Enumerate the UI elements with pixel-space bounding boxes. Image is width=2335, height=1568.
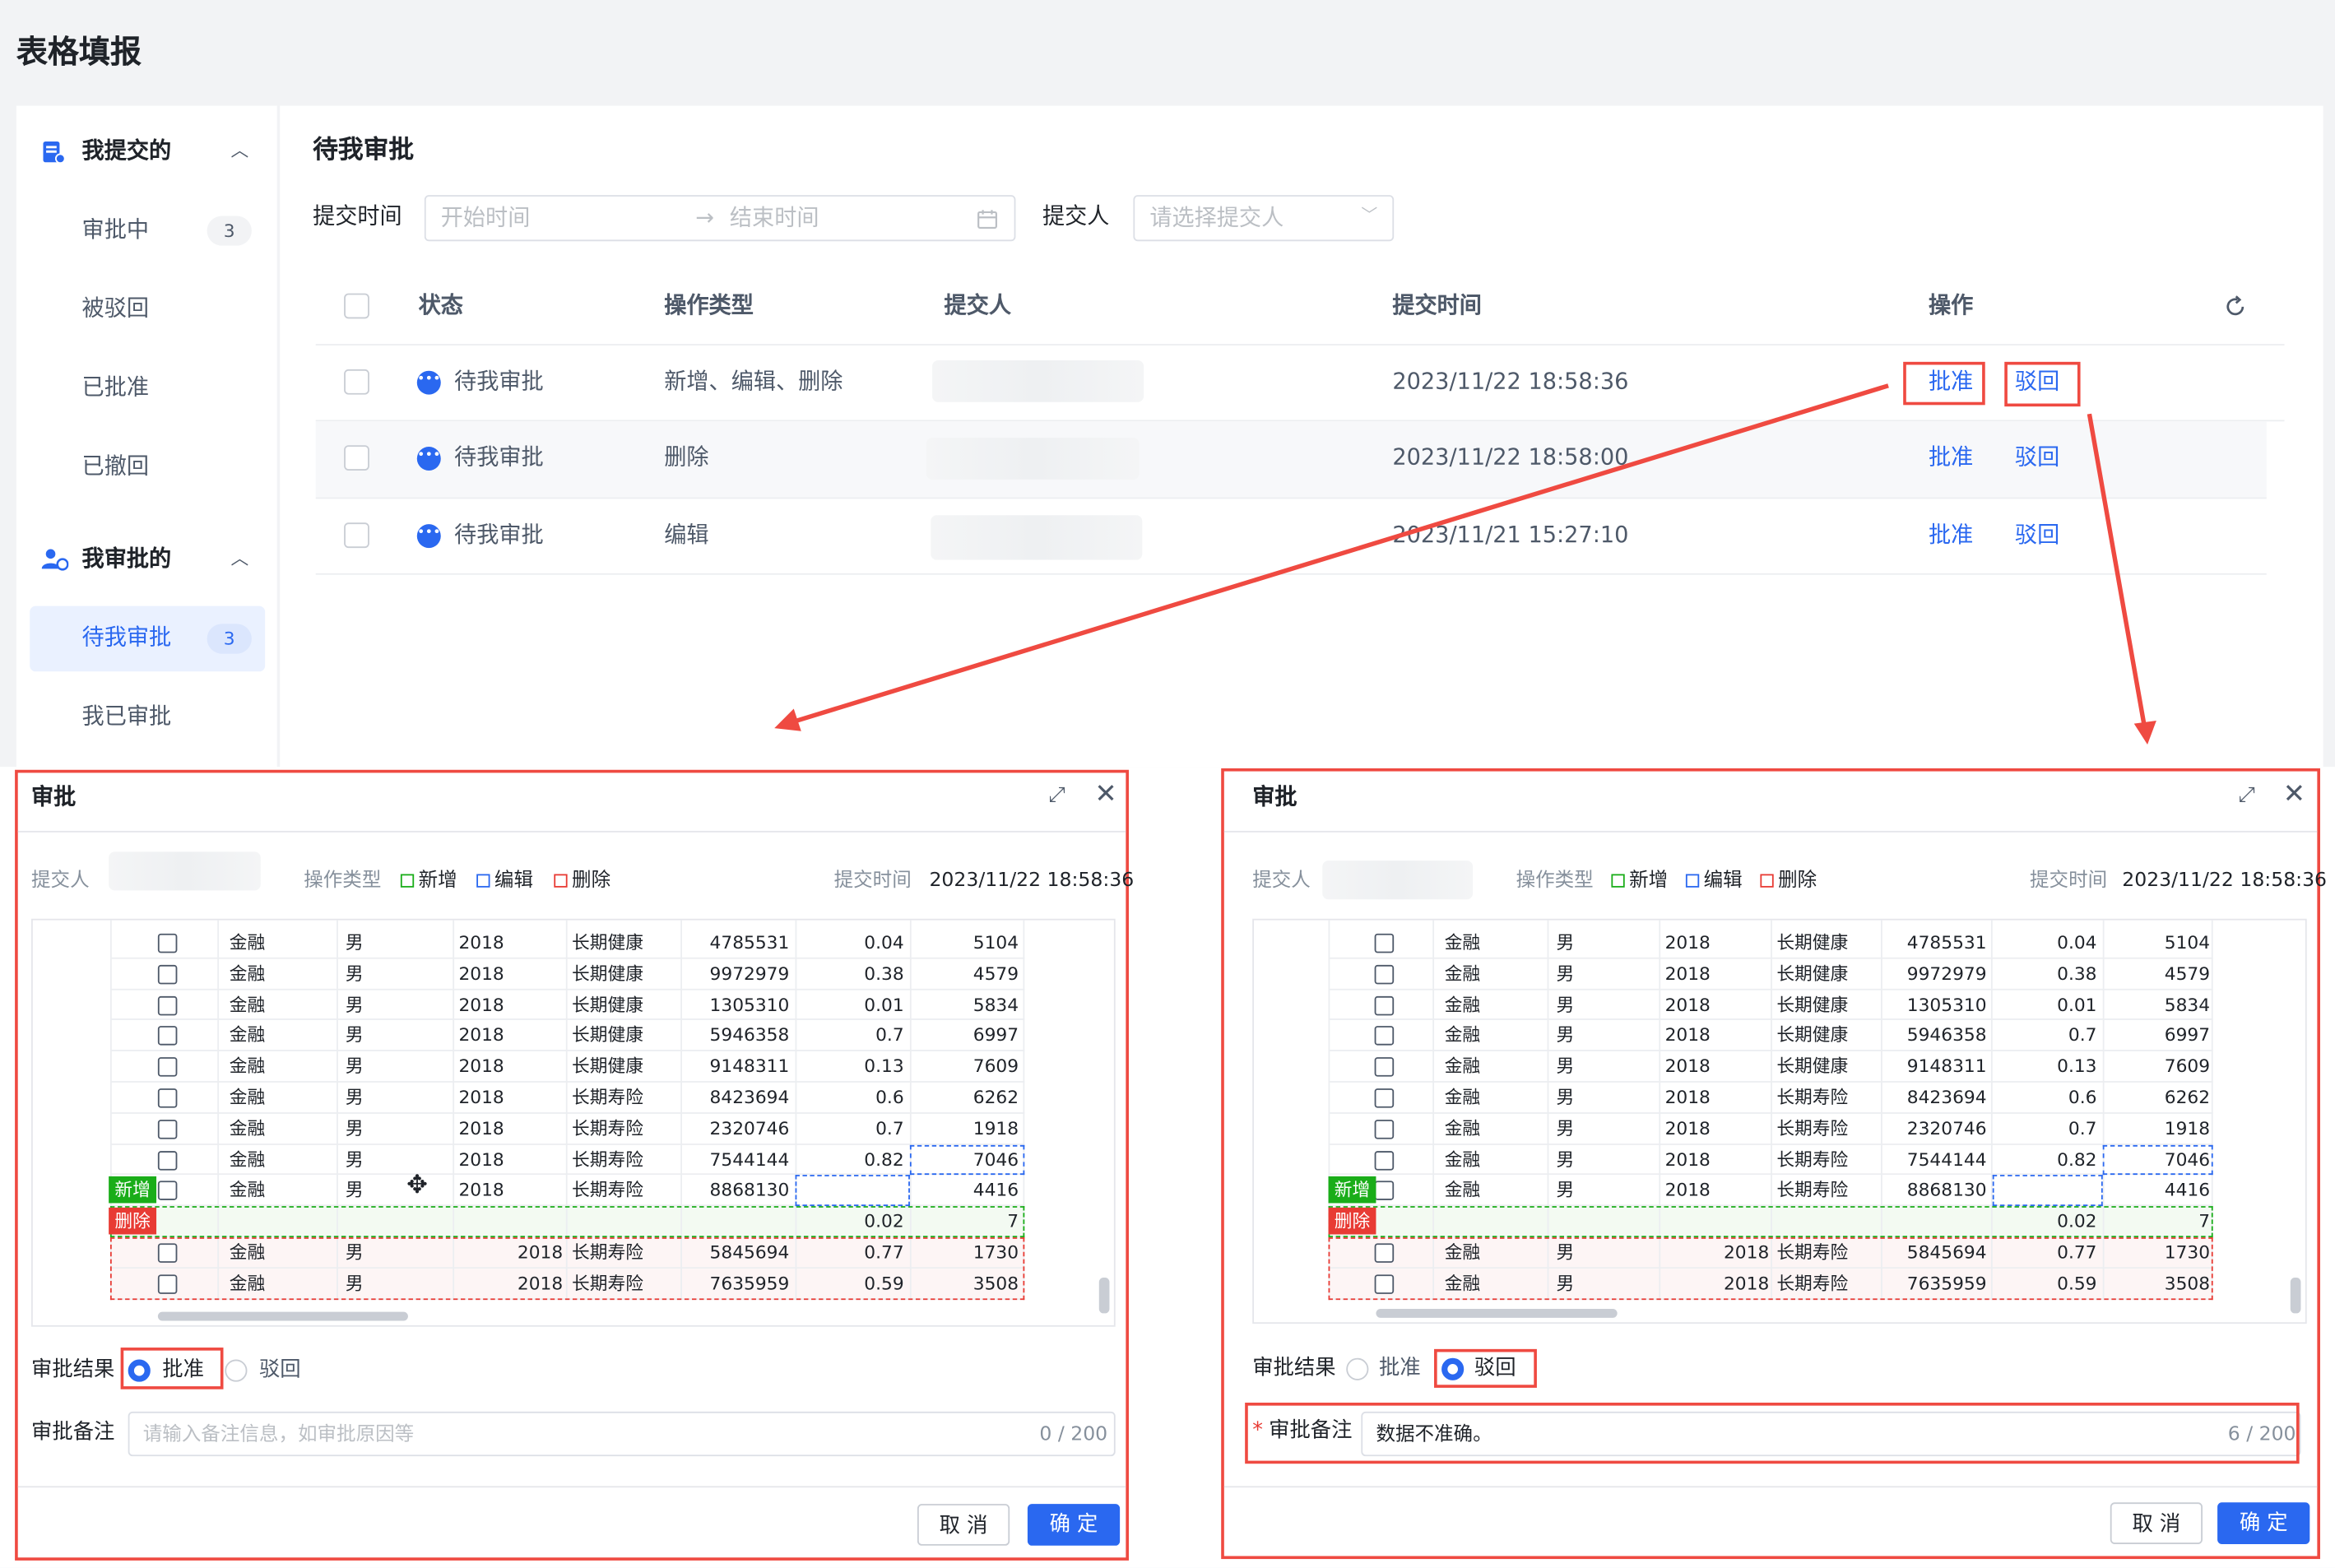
annotation-arrows bbox=[774, 383, 2156, 745]
arrow-head bbox=[2133, 721, 2156, 745]
arrow-head bbox=[774, 708, 801, 731]
arrow-to-left-dialog bbox=[796, 383, 1889, 723]
arrow-to-right-dialog bbox=[2087, 413, 2147, 727]
